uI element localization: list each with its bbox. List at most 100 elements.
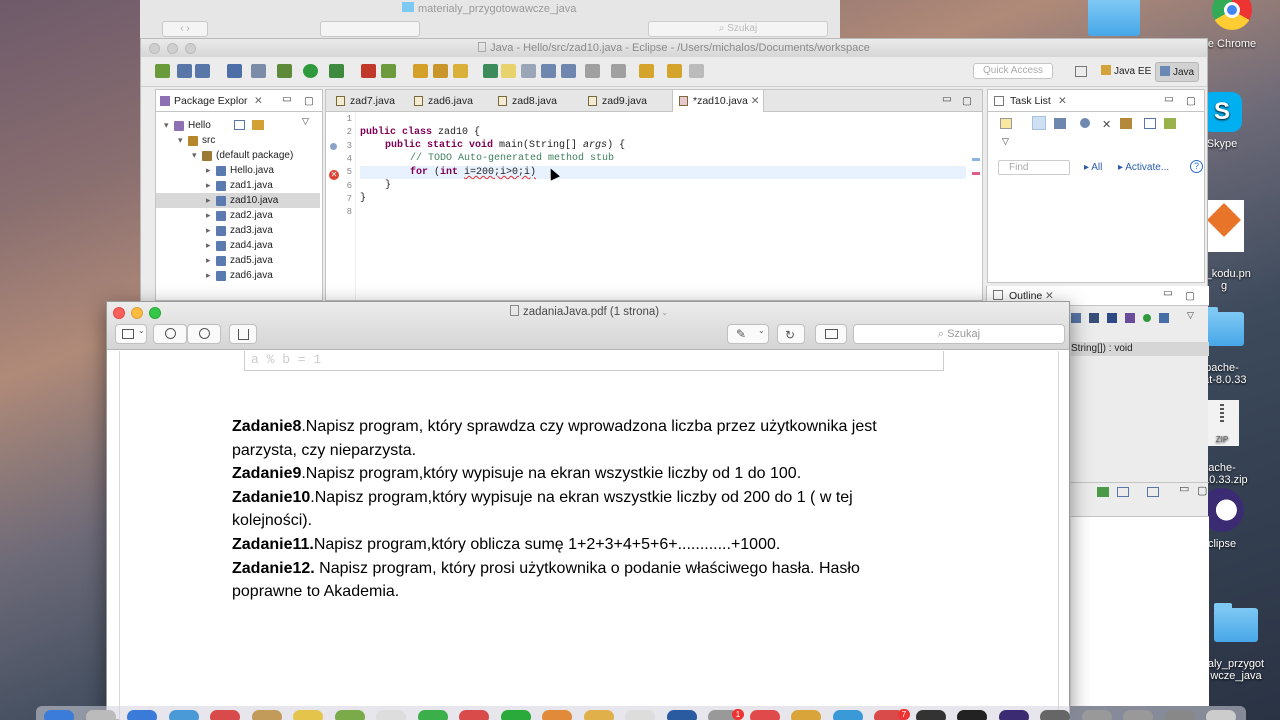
safari-icon[interactable]	[168, 710, 199, 720]
eclipse-dock-icon[interactable]	[998, 710, 1029, 720]
open-perspective-button[interactable]	[1071, 62, 1093, 82]
close-tab-icon[interactable]: ✕	[748, 95, 760, 107]
minimize-button[interactable]	[167, 43, 178, 54]
share-button[interactable]	[229, 324, 257, 344]
collapse-arrow-icon[interactable]: ▸	[206, 163, 211, 178]
tree-item[interactable]: ▾ Hello	[156, 118, 320, 133]
zoom-in-button[interactable]	[187, 324, 221, 344]
markup-button[interactable]: ✎ ⌄	[727, 324, 769, 344]
console-icon[interactable]	[1097, 487, 1109, 497]
facetime-icon[interactable]	[459, 710, 489, 720]
desktop-folder-top[interactable]	[1088, 0, 1140, 36]
task-list-tab[interactable]: Task List ✕ ▭ ▢	[988, 90, 1204, 112]
itunes-icon[interactable]	[500, 710, 531, 720]
maximize-icon[interactable]: ▢	[304, 90, 314, 112]
maximize-icon[interactable]: ▢	[1185, 286, 1195, 306]
save-icon[interactable]	[177, 64, 192, 78]
contacts-icon[interactable]	[251, 710, 282, 720]
tree-item[interactable]: ▸ zad4.java	[156, 238, 320, 253]
print-icon[interactable]	[227, 64, 242, 78]
photos-icon[interactable]	[376, 710, 406, 720]
new-java-project-icon[interactable]	[381, 64, 396, 78]
messages-icon[interactable]	[417, 710, 448, 720]
categorized-icon[interactable]	[1032, 116, 1046, 130]
minimize-icon[interactable]: ▭	[1164, 88, 1174, 110]
toolbox-button[interactable]	[815, 324, 847, 344]
skype-dock-icon[interactable]	[791, 710, 821, 720]
prev-edit-icon[interactable]	[611, 64, 626, 78]
finder-icon[interactable]	[44, 710, 74, 720]
perspective-java[interactable]: Java	[1155, 62, 1200, 82]
rotate-button[interactable]: ↻	[777, 324, 805, 344]
calendar-icon[interactable]	[210, 710, 240, 720]
finder-back-button[interactable]: ‹ ›	[162, 21, 208, 37]
maps-icon[interactable]	[334, 710, 365, 720]
ibooks-icon[interactable]	[542, 710, 572, 720]
collapse-arrow-icon[interactable]: ▸	[206, 268, 211, 283]
hide-static-icon[interactable]	[1125, 313, 1135, 323]
sync-icon[interactable]	[1164, 118, 1176, 129]
tree-item[interactable]: ▸ zad10.java	[156, 193, 320, 208]
preview-title[interactable]: zadaniaJava.pdf (1 strona) ⌄	[107, 305, 1071, 318]
next-edit-icon[interactable]	[585, 64, 600, 78]
collapse-arrow-icon[interactable]: ▸	[206, 253, 211, 268]
collapse-arrow-icon[interactable]: ▸	[206, 223, 211, 238]
tree-item[interactable]: ▸ zad2.java	[156, 208, 320, 223]
tree-item[interactable]: ▸ zad5.java	[156, 253, 320, 268]
downloads-icon[interactable]	[1081, 710, 1112, 720]
back-icon[interactable]	[639, 64, 654, 78]
editor-tab[interactable]: zad7.java	[330, 90, 406, 112]
launchpad-icon[interactable]	[85, 710, 116, 720]
chrome-dock-icon[interactable]	[749, 710, 780, 720]
next-icon[interactable]	[689, 64, 704, 78]
tree-item[interactable]: ▾ src	[156, 133, 320, 148]
debug-icon[interactable]	[277, 64, 292, 78]
tree-item[interactable]: ▸ zad6.java	[156, 268, 320, 283]
minimize-icon[interactable]: ▭	[282, 88, 292, 110]
collapse-arrow-icon[interactable]: ▸	[206, 208, 211, 223]
maximize-icon[interactable]: ▢	[1197, 484, 1207, 497]
new-task-icon[interactable]	[1000, 118, 1012, 129]
external-tools-icon[interactable]	[361, 64, 376, 78]
display-console-icon[interactable]	[1117, 487, 1129, 497]
save-all-icon[interactable]	[195, 64, 210, 78]
maximize-icon[interactable]: ▢	[962, 90, 972, 112]
trash-icon[interactable]	[1206, 710, 1236, 720]
camera-icon[interactable]	[915, 710, 946, 720]
open-console-icon[interactable]	[1147, 487, 1159, 497]
editor-tab[interactable]: zad8.java	[492, 90, 580, 112]
finder-view-buttons[interactable]	[320, 21, 420, 37]
terminal-dock-icon[interactable]	[957, 710, 987, 720]
hide-nonpublic-icon[interactable]	[1143, 314, 1151, 322]
focus-icon[interactable]	[1120, 118, 1132, 129]
collapse-arrow-icon[interactable]: ▸	[206, 193, 211, 208]
app-store-icon[interactable]	[583, 710, 614, 720]
hide-fields-icon[interactable]	[1107, 313, 1117, 323]
search-icon[interactable]	[433, 64, 448, 78]
minimize-icon[interactable]: ▭	[942, 88, 952, 110]
collapse-all-icon[interactable]	[1071, 313, 1081, 323]
tree-item[interactable]: ▸ zad3.java	[156, 223, 320, 238]
task-find-field[interactable]: Find	[998, 160, 1070, 175]
documents-icon[interactable]	[1123, 710, 1153, 720]
collapse-arrow-icon[interactable]: ▸	[206, 178, 211, 193]
scheduled-icon[interactable]	[1054, 118, 1066, 129]
help-icon[interactable]: ?	[1190, 160, 1203, 173]
quick-access-field[interactable]: Quick Access	[973, 63, 1053, 79]
tree-item[interactable]: ▾ (default package)	[156, 148, 320, 163]
editor-tab[interactable]: zad6.java	[408, 90, 490, 112]
collapse-arrow-icon[interactable]: ▸	[206, 238, 211, 253]
toggle-word-wrap-icon[interactable]	[521, 64, 536, 78]
task-activate[interactable]: ▸ Activate...	[1118, 162, 1169, 173]
close-tab-icon[interactable]: ✕	[254, 90, 263, 112]
outline-item-main[interactable]: String[]) : void	[1071, 342, 1209, 356]
expand-arrow-icon[interactable]: ▾	[178, 133, 183, 148]
open-type-icon[interactable]	[413, 64, 428, 78]
link-icon[interactable]	[1144, 118, 1156, 129]
sort-icon[interactable]	[1089, 313, 1099, 323]
maximize-icon[interactable]: ▢	[1186, 90, 1196, 112]
forward-icon[interactable]	[667, 64, 682, 78]
error-icon[interactable]: ✕	[329, 170, 339, 180]
zoom-button[interactable]	[185, 43, 196, 54]
collapse-all-icon[interactable]: ✕	[1102, 118, 1111, 131]
